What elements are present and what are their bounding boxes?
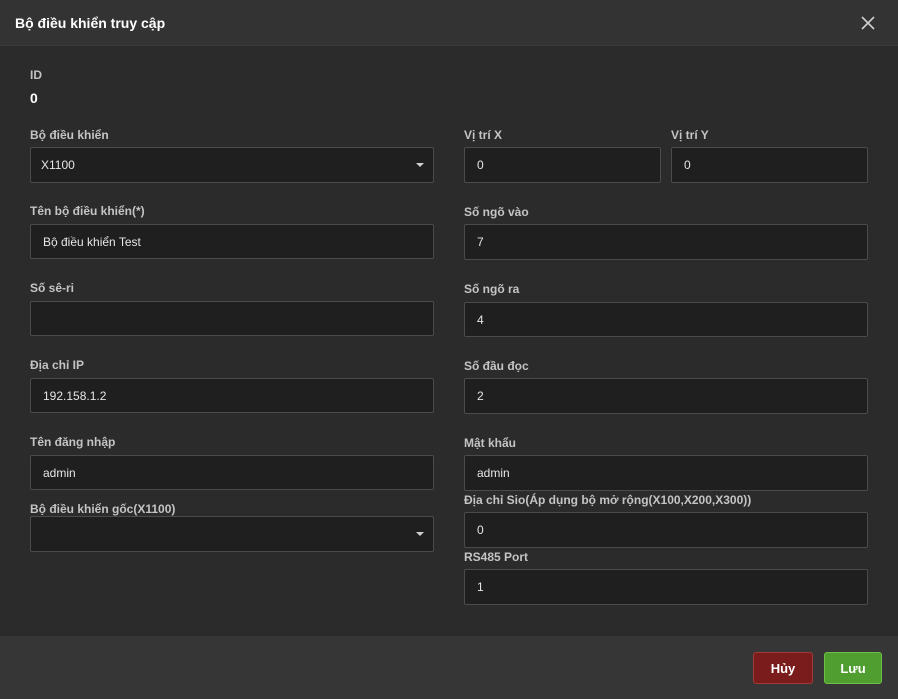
root-controller-label: Bộ điều khiển gốc(X1100): [30, 502, 176, 516]
sio-label: Địa chỉ Sio(Áp dụng bộ mở rộng(X100,X200…: [464, 493, 752, 507]
chevron-down-icon: [416, 532, 424, 536]
root-controller-select[interactable]: [30, 516, 434, 552]
dialog-header: Bộ điều khiển truy cập: [0, 0, 898, 46]
dialog-title: Bộ điều khiển truy cập: [15, 15, 166, 31]
ip-value: 192.158.1.2: [43, 388, 107, 403]
pos-y-value: 0: [684, 158, 691, 172]
cancel-button[interactable]: Hủy: [753, 652, 813, 684]
controller-name-label: Tên bộ điều khiển(*): [30, 204, 145, 218]
controller-select-value: X1100: [41, 158, 75, 172]
rs485-value: 1: [477, 580, 484, 594]
password-input[interactable]: admin: [464, 455, 868, 491]
readers-input[interactable]: 2: [464, 378, 868, 414]
password-label: Mật khẩu: [464, 436, 517, 450]
id-value: 0: [30, 90, 38, 106]
controller-select[interactable]: X1100: [30, 147, 434, 183]
controller-name-value: Bộ điều khiển Test: [43, 234, 141, 249]
sio-value: 0: [477, 523, 484, 537]
readers-label: Số đầu đọc: [464, 359, 529, 373]
serial-label: Số sê-ri: [30, 281, 75, 295]
save-button[interactable]: Lưu: [824, 652, 882, 684]
username-input[interactable]: admin: [30, 455, 434, 490]
id-label: ID: [30, 68, 42, 82]
username-label: Tên đăng nhập: [30, 435, 116, 449]
password-value: admin: [477, 466, 510, 480]
pos-x-value: 0: [477, 158, 484, 172]
username-value: admin: [43, 465, 76, 480]
rs485-input[interactable]: 1: [464, 569, 868, 605]
outputs-label: Số ngõ ra: [464, 282, 520, 296]
inputs-value: 7: [477, 235, 484, 249]
sio-input[interactable]: 0: [464, 512, 868, 548]
inputs-label: Số ngõ vào: [464, 205, 529, 219]
pos-y-input[interactable]: 0: [671, 147, 868, 183]
readers-value: 2: [477, 389, 484, 403]
chevron-down-icon: [416, 163, 424, 167]
ip-label: Địa chỉ IP: [30, 358, 85, 372]
ip-input[interactable]: 192.158.1.2: [30, 378, 434, 413]
pos-y-label: Vị trí Y: [671, 128, 709, 142]
controller-label: Bộ điều khiển: [30, 128, 109, 142]
pos-x-input[interactable]: 0: [464, 147, 661, 183]
controller-name-input[interactable]: Bộ điều khiển Test: [30, 224, 434, 259]
close-icon[interactable]: [858, 13, 878, 33]
outputs-input[interactable]: 4: [464, 302, 868, 337]
outputs-value: 4: [477, 312, 484, 327]
rs485-label: RS485 Port: [464, 550, 529, 564]
inputs-input[interactable]: 7: [464, 224, 868, 260]
serial-input[interactable]: [30, 301, 434, 336]
pos-x-label: Vị trí X: [464, 128, 503, 142]
